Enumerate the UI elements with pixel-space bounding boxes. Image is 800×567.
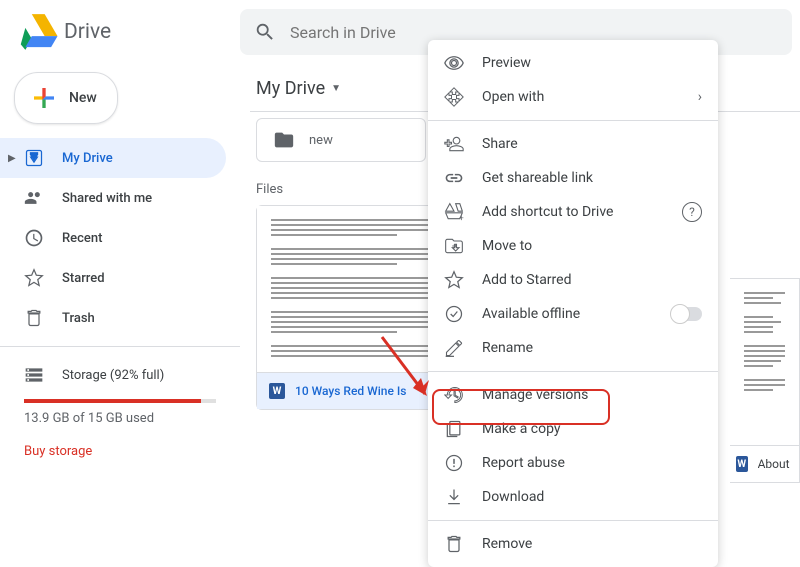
plus-icon bbox=[29, 83, 59, 113]
menu-label: Open with bbox=[482, 89, 698, 105]
download-icon bbox=[444, 487, 464, 507]
menu-label: Manage versions bbox=[482, 387, 702, 403]
storage-used: 13.9 GB of 15 GB used bbox=[24, 411, 216, 426]
new-button-label: New bbox=[69, 90, 97, 106]
open-with-icon bbox=[444, 87, 464, 107]
clock-icon bbox=[24, 228, 44, 248]
trash-icon bbox=[444, 534, 464, 554]
chevron-down-icon: ▼ bbox=[331, 83, 341, 94]
menu-label: Download bbox=[482, 489, 702, 505]
star-icon bbox=[444, 270, 464, 290]
menu-label: Available offline bbox=[482, 306, 672, 322]
breadcrumb-label: My Drive bbox=[256, 78, 325, 99]
menu-label: Make a copy bbox=[482, 421, 702, 437]
move-to-icon bbox=[444, 236, 464, 256]
menu-item-manage-versions[interactable]: Manage versions bbox=[428, 378, 718, 412]
menu-label: Report abuse bbox=[482, 455, 702, 471]
sidebar-item-my-drive[interactable]: ▶ My Drive bbox=[0, 138, 226, 178]
menu-item-available-offline[interactable]: Available offline bbox=[428, 297, 718, 331]
menu-item-make-copy[interactable]: Make a copy bbox=[428, 412, 718, 446]
menu-item-get-link[interactable]: Get shareable link bbox=[428, 161, 718, 195]
menu-item-add-starred[interactable]: Add to Starred bbox=[428, 263, 718, 297]
link-icon bbox=[444, 168, 464, 188]
menu-divider bbox=[428, 520, 718, 521]
drive-logo-icon bbox=[18, 12, 58, 52]
file-name: 10 Ways Red Wine Is bbox=[295, 384, 406, 398]
search-input[interactable] bbox=[290, 23, 778, 42]
file-name: About Us bbox=[758, 457, 793, 471]
logo-area[interactable]: Drive bbox=[0, 12, 240, 52]
menu-item-move-to[interactable]: Move to bbox=[428, 229, 718, 263]
svg-text:+: + bbox=[459, 213, 464, 222]
sidebar-item-recent[interactable]: Recent bbox=[0, 218, 226, 258]
trash-icon bbox=[24, 308, 44, 328]
chevron-right-icon: › bbox=[698, 89, 702, 105]
expand-icon: ▶ bbox=[8, 153, 16, 164]
help-icon[interactable]: ? bbox=[682, 202, 702, 222]
menu-label: Rename bbox=[482, 340, 702, 356]
sidebar-item-trash[interactable]: Trash bbox=[0, 298, 226, 338]
sidebar-item-starred[interactable]: Starred bbox=[0, 258, 226, 298]
menu-label: Add to Starred bbox=[482, 272, 702, 288]
menu-item-remove[interactable]: Remove bbox=[428, 527, 718, 561]
storage-link[interactable]: Storage (92% full) bbox=[24, 355, 216, 395]
menu-label: Preview bbox=[482, 55, 702, 71]
pencil-icon bbox=[444, 338, 464, 358]
new-button[interactable]: New bbox=[14, 72, 118, 124]
menu-item-rename[interactable]: Rename bbox=[428, 331, 718, 365]
folder-icon bbox=[273, 129, 295, 151]
menu-item-open-with[interactable]: Open with › bbox=[428, 80, 718, 114]
search-icon bbox=[254, 21, 276, 43]
menu-label: Remove bbox=[482, 536, 702, 552]
storage-icon bbox=[24, 365, 44, 385]
offline-toggle[interactable] bbox=[672, 307, 702, 321]
nav-label: Recent bbox=[62, 231, 102, 246]
eye-icon bbox=[444, 53, 464, 73]
menu-item-share[interactable]: Share bbox=[428, 127, 718, 161]
menu-item-preview[interactable]: Preview bbox=[428, 46, 718, 80]
person-add-icon bbox=[444, 134, 464, 154]
buy-storage-link[interactable]: Buy storage bbox=[24, 444, 92, 459]
sidebar: New ▶ My Drive Shared with me Recent Sta… bbox=[0, 64, 240, 546]
offline-icon bbox=[444, 304, 464, 324]
report-icon bbox=[444, 453, 464, 473]
sidebar-item-shared[interactable]: Shared with me bbox=[0, 178, 226, 218]
nav-label: Starred bbox=[62, 271, 105, 286]
folder-name: new bbox=[309, 133, 333, 148]
drive-icon bbox=[24, 148, 44, 168]
context-menu: Preview Open with › Share Get shareable … bbox=[428, 40, 718, 567]
menu-item-download[interactable]: Download bbox=[428, 480, 718, 514]
history-icon bbox=[444, 385, 464, 405]
storage-section: Storage (92% full) 13.9 GB of 15 GB used… bbox=[0, 355, 240, 459]
menu-item-report-abuse[interactable]: Report abuse bbox=[428, 446, 718, 480]
divider bbox=[0, 346, 240, 347]
file-footer: W About Us bbox=[730, 445, 799, 482]
file-thumbnail bbox=[730, 279, 799, 445]
storage-progress bbox=[24, 399, 216, 403]
word-doc-icon: W bbox=[736, 456, 748, 472]
menu-label: Share bbox=[482, 136, 702, 152]
menu-label: Get shareable link bbox=[482, 170, 702, 186]
menu-divider bbox=[428, 371, 718, 372]
word-doc-icon: W bbox=[269, 383, 285, 399]
storage-label: Storage (92% full) bbox=[62, 368, 164, 383]
nav-label: Trash bbox=[62, 311, 95, 326]
shared-icon bbox=[24, 188, 44, 208]
copy-icon bbox=[444, 419, 464, 439]
folder-chip[interactable]: new bbox=[256, 118, 426, 162]
menu-divider bbox=[428, 120, 718, 121]
star-icon bbox=[24, 268, 44, 288]
menu-label: Move to bbox=[482, 238, 702, 254]
file-card[interactable]: W About Us bbox=[730, 278, 800, 483]
brand-name: Drive bbox=[64, 20, 111, 44]
drive-shortcut-icon: + bbox=[444, 202, 464, 222]
nav-label: My Drive bbox=[62, 151, 113, 166]
nav-label: Shared with me bbox=[62, 191, 152, 206]
menu-item-add-shortcut[interactable]: + Add shortcut to Drive ? bbox=[428, 195, 718, 229]
menu-label: Add shortcut to Drive bbox=[482, 204, 682, 220]
